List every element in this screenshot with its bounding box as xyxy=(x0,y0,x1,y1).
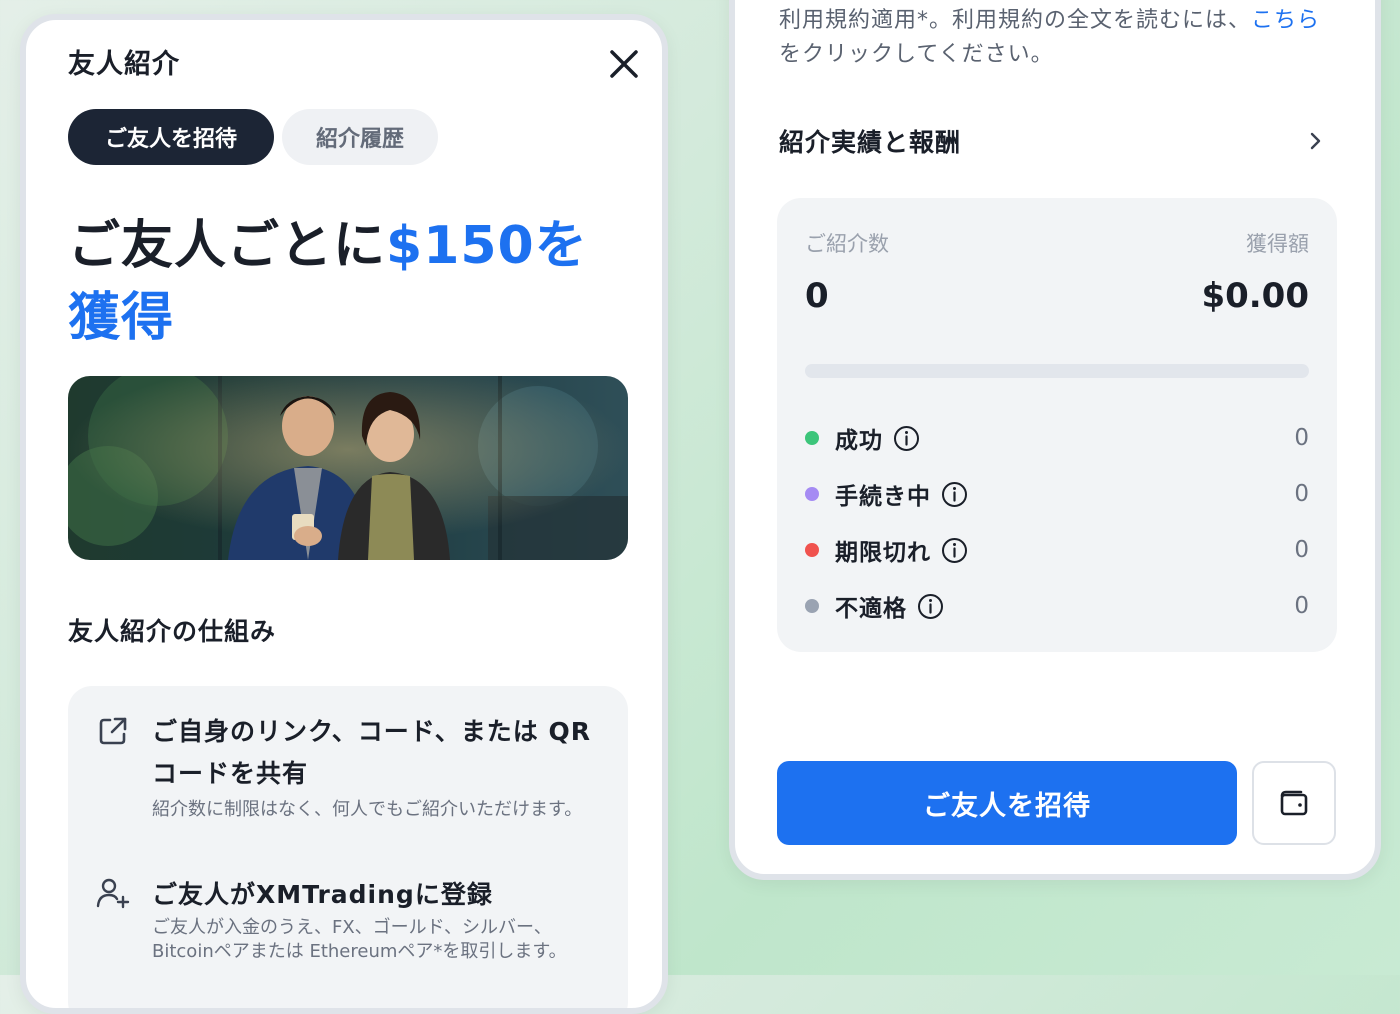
status-count: 0 xyxy=(1294,481,1309,507)
status-count: 0 xyxy=(1294,537,1309,563)
terms-prefix: 利用規約適用*。利用規約の全文を読むには、 xyxy=(779,8,1252,33)
tab-invite-friends[interactable]: ご友人を招待 xyxy=(68,109,274,165)
headline-prefix: ご友人ごとに xyxy=(68,216,387,276)
step-1-title: ご自身のリンク、コード、または QRコードを共有 xyxy=(152,717,591,788)
how-it-works-title: 友人紹介の仕組み xyxy=(68,617,277,646)
status-row-pending: 手続き中 0 xyxy=(805,474,1309,514)
status-row-success: 成功 0 xyxy=(805,418,1309,458)
performance-title: 紹介実績と報酬 xyxy=(779,128,962,157)
tab-referral-history[interactable]: 紹介履歴 xyxy=(282,109,438,165)
info-icon[interactable] xyxy=(941,537,968,564)
info-icon[interactable] xyxy=(917,593,944,620)
close-icon[interactable] xyxy=(604,44,644,84)
referral-modal: 友人紹介 ご友人を招待 紹介履歴 ご友人ごとに$150を獲得 友人紹介の仕組み … xyxy=(20,14,668,1014)
rewards-panel: 利用規約適用*。利用規約の全文を読むには、こちらをクリックしてください。 紹介実… xyxy=(729,0,1381,880)
steps-card: ご自身のリンク、コード、または QRコードを共有 紹介数に制限はなく、何人でもご… xyxy=(68,686,628,1008)
stats-card: ご紹介数 獲得額 0 $0.00 成功 0 手続き中 0 期限切れ 0 不適格 xyxy=(777,198,1337,652)
terms-text: 利用規約適用*。利用規約の全文を読むには、こちらをクリックしてください。 xyxy=(779,4,1339,72)
status-row-ineligible: 不適格 0 xyxy=(805,586,1309,626)
wallet-icon xyxy=(1280,790,1308,816)
wallet-button[interactable] xyxy=(1252,761,1336,845)
earned-label: 獲得額 xyxy=(1246,232,1309,256)
status-dot xyxy=(805,487,819,501)
status-dot xyxy=(805,599,819,613)
terms-link[interactable]: こちら xyxy=(1251,8,1320,33)
step-1-description: 紹介数に制限はなく、何人でもご紹介いただけます。 xyxy=(152,799,583,820)
chevron-right-icon xyxy=(1310,132,1321,150)
earned-value: $0.00 xyxy=(1201,276,1309,316)
share-external-icon xyxy=(99,717,127,745)
status-label: 不適格 xyxy=(835,596,907,622)
step-2-description: ご友人が入金のうえ、FX、ゴールド、シルバー、Bitcoinペアまたは Ethe… xyxy=(152,917,567,962)
info-icon[interactable] xyxy=(941,481,968,508)
step-2-title: ご友人がXMTradingに登録 xyxy=(152,880,493,909)
status-count: 0 xyxy=(1294,593,1309,619)
status-label: 期限切れ xyxy=(835,540,931,566)
invite-friends-button[interactable]: ご友人を招待 xyxy=(777,761,1237,845)
referrals-value: 0 xyxy=(805,276,829,316)
performance-row[interactable]: 紹介実績と報酬 xyxy=(779,116,1324,166)
status-count: 0 xyxy=(1294,425,1309,451)
status-dot xyxy=(805,431,819,445)
status-label: 成功 xyxy=(835,428,883,454)
status-label: 手続き中 xyxy=(835,484,931,510)
hero-image xyxy=(68,376,628,560)
status-row-expired: 期限切れ 0 xyxy=(805,530,1309,570)
add-user-icon xyxy=(96,878,130,909)
info-icon[interactable] xyxy=(893,425,920,452)
terms-suffix: をクリックしてください。 xyxy=(779,42,1054,67)
status-dot xyxy=(805,543,819,557)
referrals-label: ご紹介数 xyxy=(805,232,889,256)
modal-title: 友人紹介 xyxy=(68,49,180,80)
headline: ご友人ごとに$150を獲得 xyxy=(68,210,628,354)
progress-bar xyxy=(805,364,1309,378)
